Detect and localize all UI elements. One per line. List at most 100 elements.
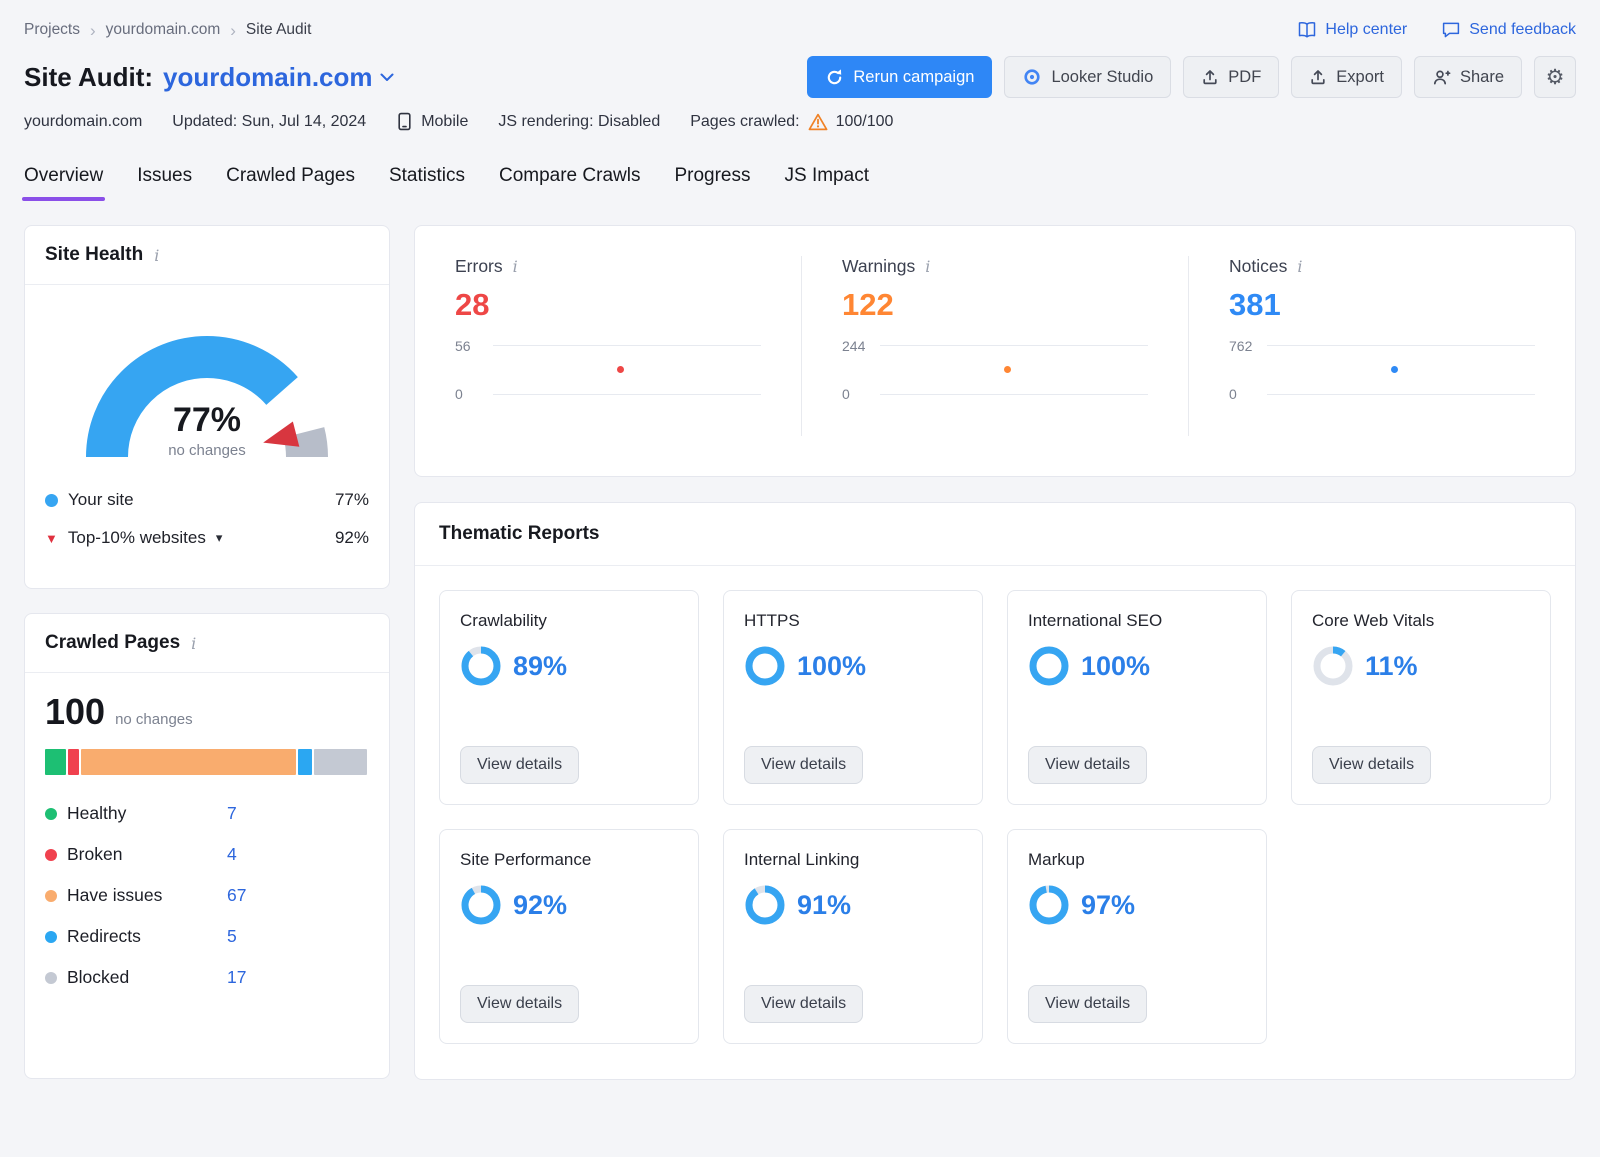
tab-bar: Overview Issues Crawled Pages Statistics… — [24, 165, 1576, 201]
site-health-legend: Your site 77% ▼ Top-10% websites ▾ 92% — [25, 477, 389, 575]
meta-domain: yourdomain.com — [24, 113, 142, 131]
report-card-internal-linking: Internal Linking 91% View details — [723, 829, 983, 1044]
errors-value[interactable]: 28 — [455, 287, 761, 323]
warnings-trend-chart: 244 0 — [842, 339, 1148, 397]
bar-segment — [298, 749, 312, 775]
blocked-label: Blocked — [67, 967, 217, 988]
settings-button[interactable]: ⚙ — [1534, 56, 1576, 98]
report-percent: 11% — [1365, 651, 1418, 682]
crawled-pages-header: Crawled Pages i — [25, 614, 389, 673]
pdf-button[interactable]: PDF — [1183, 56, 1279, 98]
view-details-button[interactable]: View details — [1028, 746, 1147, 784]
view-details-button[interactable]: View details — [1028, 985, 1147, 1023]
page-title-label: Site Audit: — [24, 62, 153, 93]
your-site-value: 77% — [335, 490, 369, 510]
gridline — [880, 345, 1148, 346]
view-details-button[interactable]: View details — [744, 985, 863, 1023]
tab-compare-crawls[interactable]: Compare Crawls — [499, 165, 640, 201]
warnings-data-point — [1004, 366, 1011, 373]
view-details-button[interactable]: View details — [1312, 746, 1431, 784]
crawled-legend: Healthy 7 Broken 4 Have issues 67 — [45, 793, 369, 998]
gauge-score: 77% — [173, 401, 241, 439]
left-column: Site Health i 77% no changes Your site 7… — [24, 225, 390, 1079]
donut-chart — [460, 884, 502, 926]
tab-issues[interactable]: Issues — [137, 165, 192, 201]
pdf-label: PDF — [1228, 68, 1261, 87]
export-up-icon — [1309, 68, 1327, 86]
healthy-dot — [45, 808, 57, 820]
broken-label: Broken — [67, 844, 217, 865]
send-feedback-link[interactable]: Send feedback — [1441, 20, 1576, 40]
gridline — [1267, 394, 1535, 395]
topbar: Projects › yourdomain.com › Site Audit H… — [24, 20, 1576, 40]
breadcrumb-projects[interactable]: Projects — [24, 21, 80, 39]
info-icon[interactable]: i — [1295, 257, 1304, 276]
site-health-title: Site Health — [45, 244, 143, 266]
tab-js-impact[interactable]: JS Impact — [785, 165, 869, 201]
main-content: Site Health i 77% no changes Your site 7… — [24, 225, 1576, 1080]
report-card-international-seo: International SEO 100% View details — [1007, 590, 1267, 805]
report-score: 100% — [744, 645, 962, 687]
notices-column: Notices i 381 762 0 — [1188, 256, 1575, 436]
looker-studio-icon — [1022, 67, 1042, 87]
bar-segment — [314, 749, 367, 775]
help-center-link[interactable]: Help center — [1297, 20, 1407, 40]
tab-overview[interactable]: Overview — [24, 165, 103, 201]
looker-studio-label: Looker Studio — [1051, 68, 1153, 87]
report-title: Crawlability — [460, 611, 678, 631]
healthy-count[interactable]: 7 — [227, 803, 237, 824]
notices-axis-min: 0 — [1229, 386, 1237, 402]
report-score: 11% — [1312, 645, 1530, 687]
info-icon[interactable]: i — [189, 634, 198, 653]
top10-label: Top-10% websites — [68, 528, 206, 548]
top10-value: 92% — [335, 528, 369, 548]
broken-count[interactable]: 4 — [227, 844, 237, 865]
view-details-button[interactable]: View details — [460, 746, 579, 784]
bar-segment — [45, 749, 66, 775]
info-icon[interactable]: i — [923, 257, 932, 276]
report-title: Core Web Vitals — [1312, 611, 1530, 631]
breadcrumb-domain[interactable]: yourdomain.com — [106, 21, 221, 39]
feedback-bubble-icon — [1441, 20, 1461, 40]
warnings-axis-min: 0 — [842, 386, 850, 402]
tab-statistics[interactable]: Statistics — [389, 165, 465, 201]
red-triangle-icon: ▼ — [45, 532, 58, 545]
donut-chart — [1028, 884, 1070, 926]
redirects-count[interactable]: 5 — [227, 926, 237, 947]
domain-selector[interactable]: yourdomain.com — [163, 62, 393, 93]
breadcrumb-separator-icon: › — [90, 22, 96, 39]
have-issues-count[interactable]: 67 — [227, 885, 246, 906]
redirects-dot — [45, 931, 57, 943]
meta-pages-crawled: Pages crawled: 100/100 — [690, 113, 893, 131]
legend-row-top10[interactable]: ▼ Top-10% websites ▾ 92% — [45, 519, 369, 557]
tab-progress[interactable]: Progress — [674, 165, 750, 201]
looker-studio-button[interactable]: Looker Studio — [1004, 56, 1171, 98]
crawled-total-row: 100 no changes — [45, 691, 369, 733]
view-details-button[interactable]: View details — [460, 985, 579, 1023]
header-buttons: Rerun campaign Looker Studio PDF — [807, 56, 1576, 98]
view-details-button[interactable]: View details — [744, 746, 863, 784]
export-button[interactable]: Export — [1291, 56, 1402, 98]
info-icon[interactable]: i — [511, 257, 520, 276]
send-feedback-label: Send feedback — [1469, 21, 1576, 39]
blocked-count[interactable]: 17 — [227, 967, 246, 988]
thematic-reports-card: Thematic Reports Crawlability 89% View d… — [414, 502, 1576, 1080]
have-issues-dot — [45, 890, 57, 902]
rerun-campaign-button[interactable]: Rerun campaign — [807, 56, 992, 98]
info-icon[interactable]: i — [152, 246, 161, 265]
legend-row-blocked: Blocked 17 — [45, 957, 369, 998]
notices-value[interactable]: 381 — [1229, 287, 1535, 323]
share-button[interactable]: Share — [1414, 56, 1522, 98]
share-label: Share — [1460, 68, 1504, 87]
legend-row-healthy: Healthy 7 — [45, 793, 369, 834]
page-title: Site Audit: yourdomain.com — [24, 62, 394, 93]
site-health-header: Site Health i — [25, 226, 389, 285]
notices-label: Notices — [1229, 256, 1287, 277]
thematic-reports-header: Thematic Reports — [415, 503, 1575, 566]
crawled-pages-body: 100 no changes Healthy 7 Broken — [25, 673, 389, 1018]
warnings-value[interactable]: 122 — [842, 287, 1148, 323]
crawled-total: 100 — [45, 691, 105, 733]
tab-crawled-pages[interactable]: Crawled Pages — [226, 165, 355, 201]
breadcrumb-separator-icon: › — [230, 22, 236, 39]
your-site-dot — [45, 494, 58, 507]
